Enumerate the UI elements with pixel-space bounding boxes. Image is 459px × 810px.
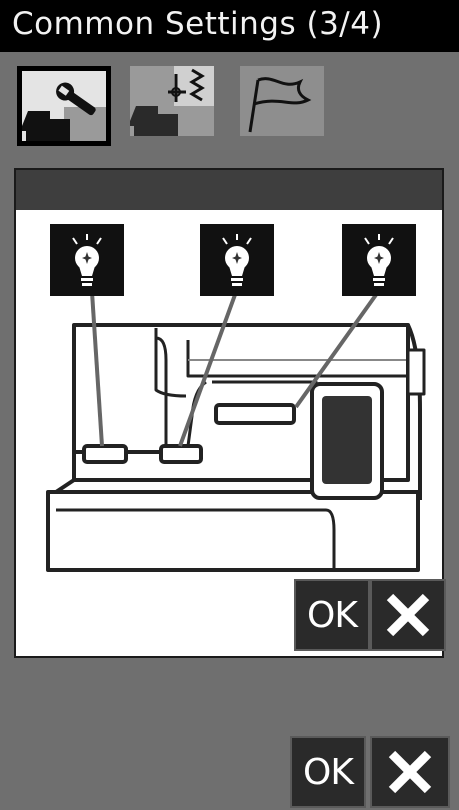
ok-button[interactable]: OK <box>290 736 366 808</box>
window-title: Common Settings (3/4) <box>12 6 384 42</box>
dialog-ok-label: OK <box>307 594 358 636</box>
dialog-cancel-button[interactable] <box>370 579 446 651</box>
dialog-ok-button[interactable]: OK <box>294 579 370 651</box>
close-icon <box>388 750 432 794</box>
flag-icon <box>240 66 324 136</box>
ok-label: OK <box>303 751 354 793</box>
light-bulb-icon <box>50 224 124 296</box>
title-bar: Common Settings (3/4) <box>0 0 459 52</box>
tab-language-settings[interactable] <box>240 66 334 146</box>
dialog-header <box>16 170 442 210</box>
wrench-machine-icon <box>22 71 106 141</box>
close-icon <box>386 593 430 637</box>
settings-tabs <box>0 52 459 150</box>
tab-sewing-settings[interactable] <box>130 66 224 146</box>
light-bulb-icon <box>200 224 274 296</box>
needle-stitch-icon <box>130 66 214 136</box>
cancel-button[interactable] <box>370 736 450 808</box>
tab-machine-settings[interactable] <box>17 66 111 146</box>
light-bulb-icon <box>342 224 416 296</box>
